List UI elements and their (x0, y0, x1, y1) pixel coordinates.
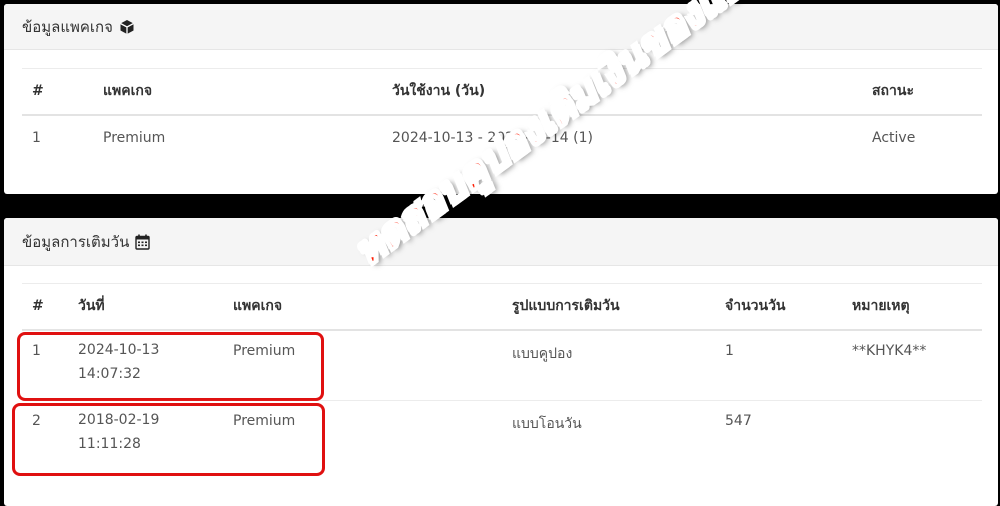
topup-card-header: ข้อมูลการเติมวัน (4, 218, 998, 266)
col-header-no: # (22, 68, 95, 116)
col-header-date: วันที่ (77, 283, 232, 331)
row-days: 547 (725, 413, 752, 429)
row-method: แบบคูปอง (511, 329, 724, 401)
col-header-package: แพคเกจ (95, 68, 391, 116)
topup-card-title: ข้อมูลการเติมวัน (22, 232, 130, 251)
row-note: **KHYK4** (851, 329, 982, 401)
cube-icon (119, 19, 135, 35)
row-days: 1 (724, 329, 851, 401)
col-header-method: รูปแบบการเติมวัน (511, 283, 724, 331)
package-card-title: ข้อมูลแพคเกจ (22, 17, 113, 36)
calendar-icon (135, 234, 151, 250)
col-header-no: # (22, 283, 77, 331)
col-header-days: จำนวนวัน (724, 283, 851, 331)
col-header-note: หมายเหตุ (851, 283, 982, 331)
col-header-package: แพคเกจ (232, 283, 511, 331)
highlight-box-row-1 (17, 332, 324, 401)
highlight-box-row-2 (12, 403, 325, 476)
row-note (851, 401, 982, 471)
col-header-status: สถานะ (871, 68, 982, 116)
row-status: Active (872, 130, 916, 146)
package-card-header: ข้อมูลแพคเกจ (4, 4, 998, 50)
row-no: 1 (32, 130, 41, 146)
row-method: แบบโอนวัน (512, 416, 582, 432)
row-package: Premium (103, 130, 166, 146)
